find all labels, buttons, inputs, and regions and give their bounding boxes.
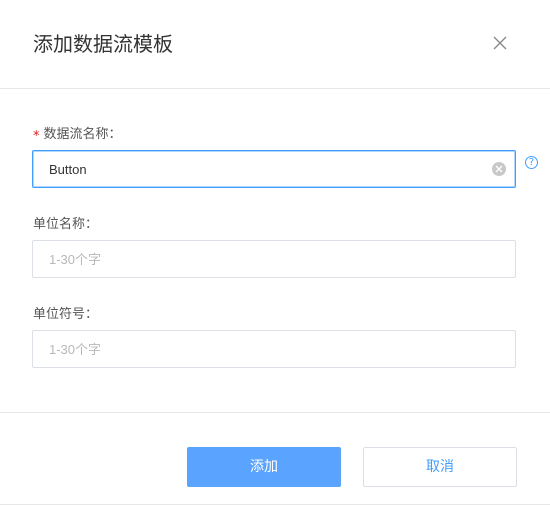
stream-name-label-text: 数据流名称： bbox=[43, 127, 122, 142]
unit-name-input[interactable] bbox=[49, 241, 489, 277]
unit-symbol-label: 单位符号： bbox=[33, 307, 99, 322]
unit-symbol-field bbox=[32, 330, 516, 368]
close-icon[interactable] bbox=[490, 33, 510, 53]
add-button[interactable]: 添加 bbox=[187, 447, 341, 487]
cancel-button[interactable]: 取消 bbox=[363, 447, 517, 487]
dialog-header: 添加数据流模板 bbox=[0, 0, 550, 89]
stream-name-label: * 数据流名称： bbox=[33, 123, 122, 144]
unit-name-field bbox=[32, 240, 516, 278]
help-icon[interactable]: ? bbox=[525, 156, 538, 169]
stream-name-field bbox=[32, 150, 516, 188]
add-stream-template-dialog: 添加数据流模板 *数据流名称： ? 单位名称： 单位符号： 添加 取消 bbox=[0, 0, 550, 508]
stream-name-input[interactable] bbox=[49, 151, 489, 187]
footer-divider bbox=[0, 412, 550, 413]
bottom-border bbox=[0, 504, 550, 505]
clear-input-icon[interactable] bbox=[492, 162, 506, 176]
unit-symbol-input[interactable] bbox=[49, 331, 489, 367]
unit-name-label: 单位名称： bbox=[33, 217, 99, 232]
required-mark: * bbox=[33, 129, 40, 144]
dialog-title: 添加数据流模板 bbox=[33, 32, 173, 56]
